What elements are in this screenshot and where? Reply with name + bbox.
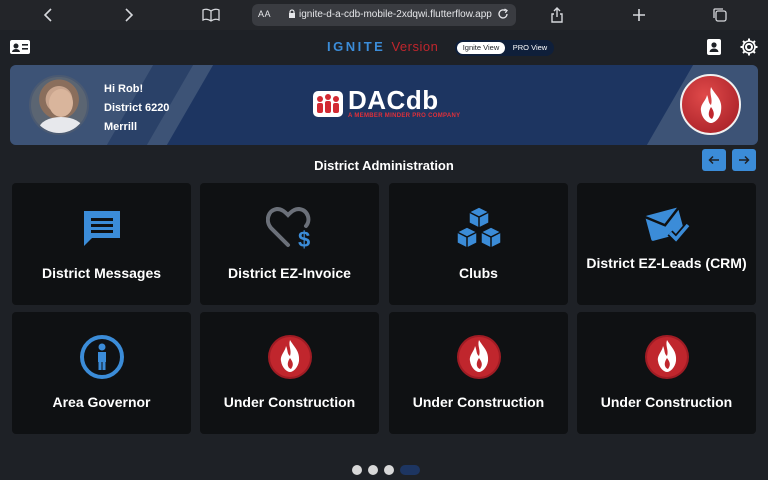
tile-under-construction[interactable]: Under Construction (200, 312, 379, 434)
svg-text:$: $ (298, 227, 310, 251)
dacdb-logo: DACdb A MEMBER MINDER PRO COMPANY (312, 87, 460, 119)
section-title: District Administration (314, 158, 454, 173)
ignite-view-option[interactable]: Ignite View (457, 42, 505, 54)
pro-view-option[interactable]: PRO View (511, 42, 549, 54)
arrow-right-icon (739, 155, 750, 165)
dacdb-logo-icon (313, 91, 343, 117)
page-dot[interactable] (352, 465, 362, 475)
page-dot[interactable] (368, 465, 378, 475)
tile-district-messages[interactable]: District Messages (12, 183, 191, 305)
brand-ignite: IGNITE (327, 39, 386, 54)
url-text: ignite-d-a-cdb-mobile-2xdqwi.flutterflow… (299, 9, 492, 20)
reload-icon[interactable] (496, 7, 510, 24)
settings-gear-icon[interactable] (738, 38, 760, 56)
user-avatar[interactable] (29, 75, 89, 135)
envelope-check-icon (577, 199, 756, 249)
tile-label: Area Governor (52, 394, 151, 410)
address-bar[interactable]: AA ignite-d-a-cdb-mobile-2xdqwi.flutterf… (252, 4, 516, 26)
brand-version: Version (391, 39, 439, 54)
browser-toolbar: AA ignite-d-a-cdb-mobile-2xdqwi.flutterf… (0, 0, 768, 30)
tile-clubs[interactable]: Clubs (389, 183, 568, 305)
greeting-text: Hi Rob! (104, 83, 144, 95)
tabs-overview-icon[interactable] (709, 4, 731, 26)
person-icon (12, 332, 191, 382)
prev-page-button[interactable] (702, 149, 726, 171)
bookmarks-icon[interactable] (200, 4, 222, 26)
flame-icon (389, 332, 568, 382)
logo-sub-text: A MEMBER MINDER PRO COMPANY (348, 113, 461, 119)
page-dot-active[interactable] (400, 465, 420, 475)
text-size-button[interactable]: AA (258, 9, 271, 19)
tile-label: District EZ-Leads (CRM) (586, 255, 747, 271)
back-icon[interactable] (37, 4, 59, 26)
view-toggle[interactable]: Ignite View PRO View (455, 40, 554, 56)
tile-under-construction[interactable]: Under Construction (577, 312, 756, 434)
app-header: IGNITE Version Ignite View PRO View (0, 30, 768, 64)
app-brand: IGNITE Version (327, 39, 438, 54)
tile-label: District EZ-Invoice (228, 265, 351, 281)
flame-icon (200, 332, 379, 382)
tile-district-ez-invoice[interactable]: $ District EZ-Invoice (200, 183, 379, 305)
lock-icon (288, 9, 296, 22)
heart-dollar-icon: $ (200, 203, 379, 253)
page-indicator (352, 465, 420, 475)
user-greeting: Hi Rob! District 6220 Merrill (104, 80, 169, 137)
tile-label: District Messages (41, 265, 162, 281)
contacts-book-icon[interactable] (703, 38, 725, 56)
tile-label: Under Construction (412, 394, 545, 410)
tile-district-ez-leads[interactable]: District EZ-Leads (CRM) (577, 183, 756, 305)
tile-label: Under Construction (223, 394, 356, 410)
tile-label: Clubs (459, 265, 498, 281)
page-dot[interactable] (384, 465, 394, 475)
message-icon (12, 203, 191, 253)
flame-logo-icon (680, 74, 741, 135)
welcome-banner: Hi Rob! District 6220 Merrill DACdb A ME… (10, 65, 758, 145)
arrow-left-icon (708, 155, 719, 165)
new-tab-icon[interactable] (628, 4, 650, 26)
district-text: District 6220 (104, 102, 170, 114)
share-icon[interactable] (546, 4, 568, 26)
forward-icon[interactable] (118, 4, 140, 26)
tile-area-governor[interactable]: Area Governor (12, 312, 191, 434)
cubes-icon (389, 203, 568, 253)
logo-main-text: DACdb (348, 85, 439, 115)
club-text: Merrill (104, 121, 138, 133)
tile-under-construction[interactable]: Under Construction (389, 312, 568, 434)
flame-icon (577, 332, 756, 382)
tile-label: Under Construction (600, 394, 733, 410)
contact-card-icon[interactable] (9, 38, 31, 56)
next-page-button[interactable] (732, 149, 756, 171)
